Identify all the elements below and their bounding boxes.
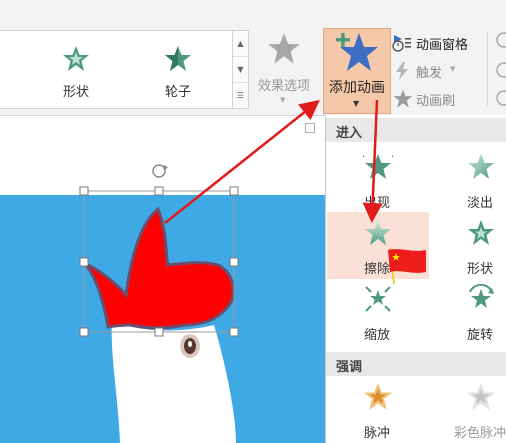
arrow-to-wipe — [362, 99, 383, 223]
arrow-to-add-animation — [164, 99, 320, 224]
annotation-arrows — [164, 99, 383, 224]
